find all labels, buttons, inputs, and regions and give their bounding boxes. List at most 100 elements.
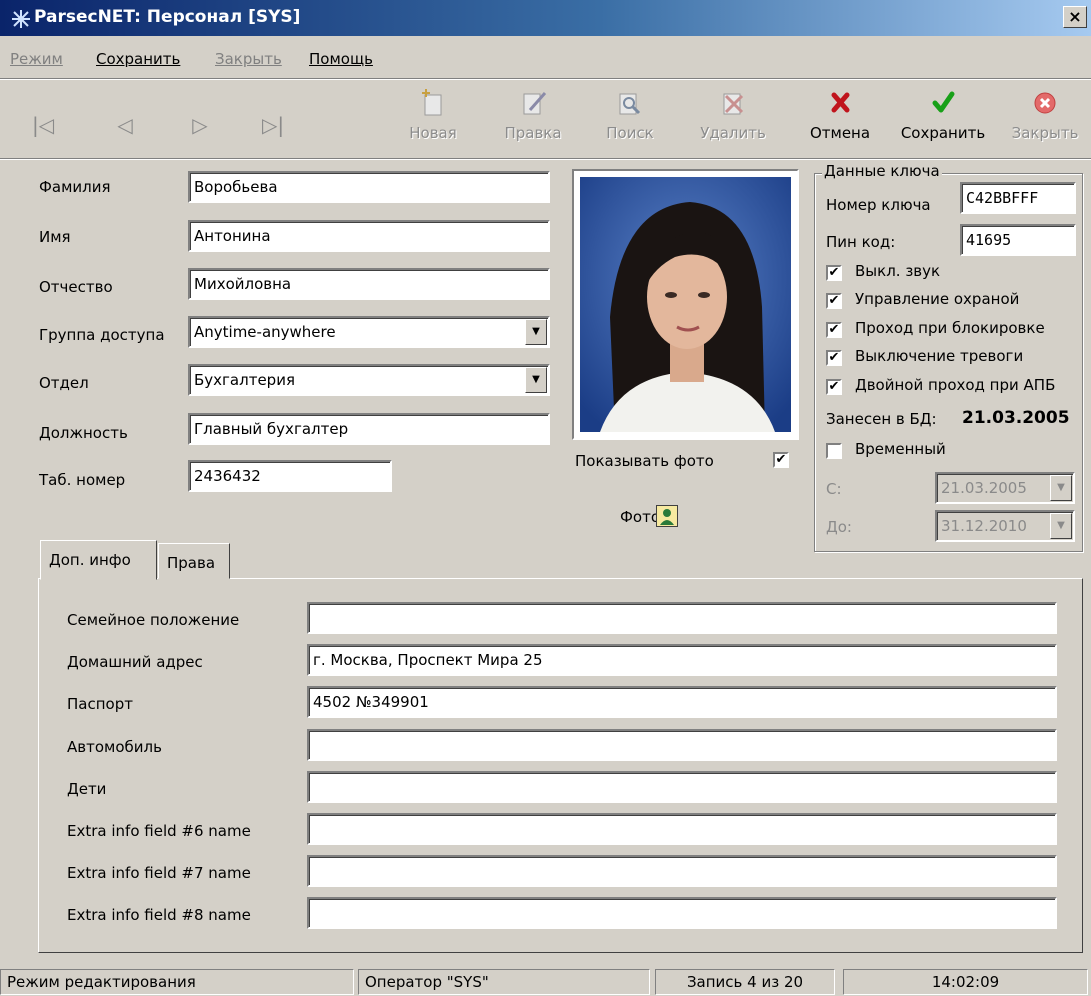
edit-button[interactable]: Правка [493, 88, 573, 154]
extra-info-field[interactable] [307, 897, 1057, 929]
close-button-label: Закрыть [1011, 124, 1079, 142]
status-operator: Оператор "SYS" [358, 969, 650, 995]
to-date-picker[interactable]: 31.12.2010 ▼ [935, 510, 1075, 542]
position-label: Должность [39, 424, 128, 442]
extra-info-field[interactable] [307, 813, 1057, 845]
next-record-button[interactable]: ▷ [185, 112, 215, 138]
department-select[interactable]: Бухгалтерия ▼ [188, 364, 550, 396]
extra-info-field[interactable]: г. Москва, Проспект Мира 25 [307, 644, 1057, 676]
tab-rights[interactable]: Права [158, 543, 230, 579]
middlename-field[interactable]: Михойловна [188, 268, 550, 300]
cancel-button-label: Отмена [809, 124, 871, 142]
to-date-label: До: [826, 518, 852, 536]
security-control-checkbox[interactable]: ✔ [826, 293, 842, 309]
from-date-picker[interactable]: 21.03.2005 ▼ [935, 472, 1075, 504]
key-number-label: Номер ключа [826, 196, 931, 214]
tab-number-label: Таб. номер [39, 471, 126, 489]
window-title: ParsecNET: Персонал [SYS] [34, 7, 301, 27]
search-button-label: Поиск [606, 124, 654, 142]
search-magnifier-icon [619, 93, 641, 115]
tab-extra-info[interactable]: Доп. инфо [40, 540, 157, 580]
extra-info-field[interactable]: 4502 №349901 [307, 686, 1057, 718]
from-date-value: 21.03.2005 [941, 479, 1027, 497]
tab-number-field[interactable]: 2436432 [188, 460, 392, 492]
dropdown-arrow-icon[interactable]: ▼ [525, 319, 547, 345]
from-date-label: С: [826, 480, 842, 498]
pass-when-blocked-checkbox[interactable]: ✔ [826, 322, 842, 338]
save-checkmark-icon [932, 91, 955, 113]
extra-info-label: Extra info field #7 name [67, 864, 251, 882]
extra-info-field[interactable] [307, 771, 1057, 803]
dropdown-arrow-icon[interactable]: ▼ [1050, 513, 1072, 539]
firstname-label: Имя [39, 228, 71, 246]
department-value: Бухгалтерия [194, 371, 295, 389]
temporary-label: Временный [855, 440, 946, 458]
status-record: Запись 4 из 20 [655, 969, 835, 995]
title-bar: ParsecNET: Персонал [SYS] × [0, 0, 1091, 36]
extra-info-label: Семейное положение [67, 611, 240, 629]
position-field[interactable]: Главный бухгалтер [188, 413, 550, 445]
employee-photo [580, 177, 791, 432]
extra-info-label: Extra info field #8 name [67, 906, 251, 924]
new-button[interactable]: Новая [393, 88, 473, 154]
photo-label: Фото [620, 508, 661, 526]
parsec-app-icon [12, 10, 30, 28]
menu-close[interactable]: Закрыть [215, 50, 282, 68]
delete-button-label: Удалить [700, 124, 766, 142]
mute-sound-checkbox[interactable]: ✔ [826, 265, 842, 281]
delete-button[interactable]: Удалить [690, 88, 776, 154]
close-button[interactable]: Закрыть [1003, 88, 1087, 154]
new-button-label: Новая [409, 124, 457, 142]
employee-photo-frame [572, 169, 799, 440]
firstname-field[interactable]: Антонина [188, 220, 550, 252]
db-date-label: Занесен в БД: [826, 410, 937, 428]
status-time: 14:02:09 [843, 969, 1088, 995]
key-data-title: Данные ключа [822, 162, 942, 180]
save-button-label: Сохранить [900, 124, 986, 142]
disable-alarm-label: Выключение тревоги [855, 347, 1024, 365]
temporary-checkbox[interactable] [826, 443, 842, 459]
show-photo-checkbox[interactable]: ✔ [773, 452, 789, 468]
delete-document-icon [723, 93, 744, 115]
extra-info-field[interactable] [307, 602, 1057, 634]
key-number-field[interactable]: C42BBFFF [960, 182, 1076, 214]
menu-mode[interactable]: Режим [10, 50, 63, 68]
cancel-x-icon [831, 92, 850, 113]
double-pass-apb-checkbox[interactable]: ✔ [826, 379, 842, 395]
save-button[interactable]: Сохранить [893, 88, 993, 154]
access-group-select[interactable]: Anytime-anywhere ▼ [188, 316, 550, 348]
mute-sound-label: Выкл. звук [855, 262, 941, 280]
security-control-label: Управление охраной [855, 290, 1020, 308]
middlename-label: Отчество [39, 278, 113, 296]
cancel-button[interactable]: Отмена [800, 88, 880, 154]
access-group-label: Группа доступа [39, 326, 165, 344]
menu-help[interactable]: Помощь [309, 50, 373, 68]
prev-record-button[interactable]: ◁ [110, 112, 140, 138]
close-stop-icon [1034, 92, 1056, 114]
extra-info-field[interactable] [307, 729, 1057, 761]
extra-info-field[interactable] [307, 855, 1057, 887]
toolbar-separator [0, 158, 1091, 160]
pin-field[interactable]: 41695 [960, 224, 1076, 256]
edit-button-label: Правка [504, 124, 562, 142]
lastname-field[interactable]: Воробьева [188, 171, 550, 203]
pin-label: Пин код: [826, 233, 896, 251]
show-photo-label: Показывать фото [575, 452, 714, 470]
last-record-button[interactable]: ▷| [258, 112, 288, 138]
pass-when-blocked-label: Проход при блокировке [855, 319, 1045, 337]
extra-info-label: Паспорт [67, 695, 133, 713]
department-label: Отдел [39, 374, 89, 392]
dropdown-arrow-icon[interactable]: ▼ [525, 367, 547, 393]
photo-person-icon[interactable] [656, 505, 678, 527]
extra-info-label: Дети [67, 780, 107, 798]
window-close-button[interactable]: × [1063, 6, 1087, 28]
dropdown-arrow-icon[interactable]: ▼ [1050, 475, 1072, 501]
first-record-button[interactable]: |◁ [28, 112, 58, 138]
menu-save[interactable]: Сохранить [96, 50, 180, 68]
db-date-value: 21.03.2005 [962, 408, 1070, 428]
double-pass-apb-label: Двойной проход при АПБ [855, 376, 1056, 394]
extra-info-label: Автомобиль [67, 738, 162, 756]
access-group-value: Anytime-anywhere [194, 323, 336, 341]
disable-alarm-checkbox[interactable]: ✔ [826, 350, 842, 366]
search-button[interactable]: Поиск [590, 88, 670, 154]
